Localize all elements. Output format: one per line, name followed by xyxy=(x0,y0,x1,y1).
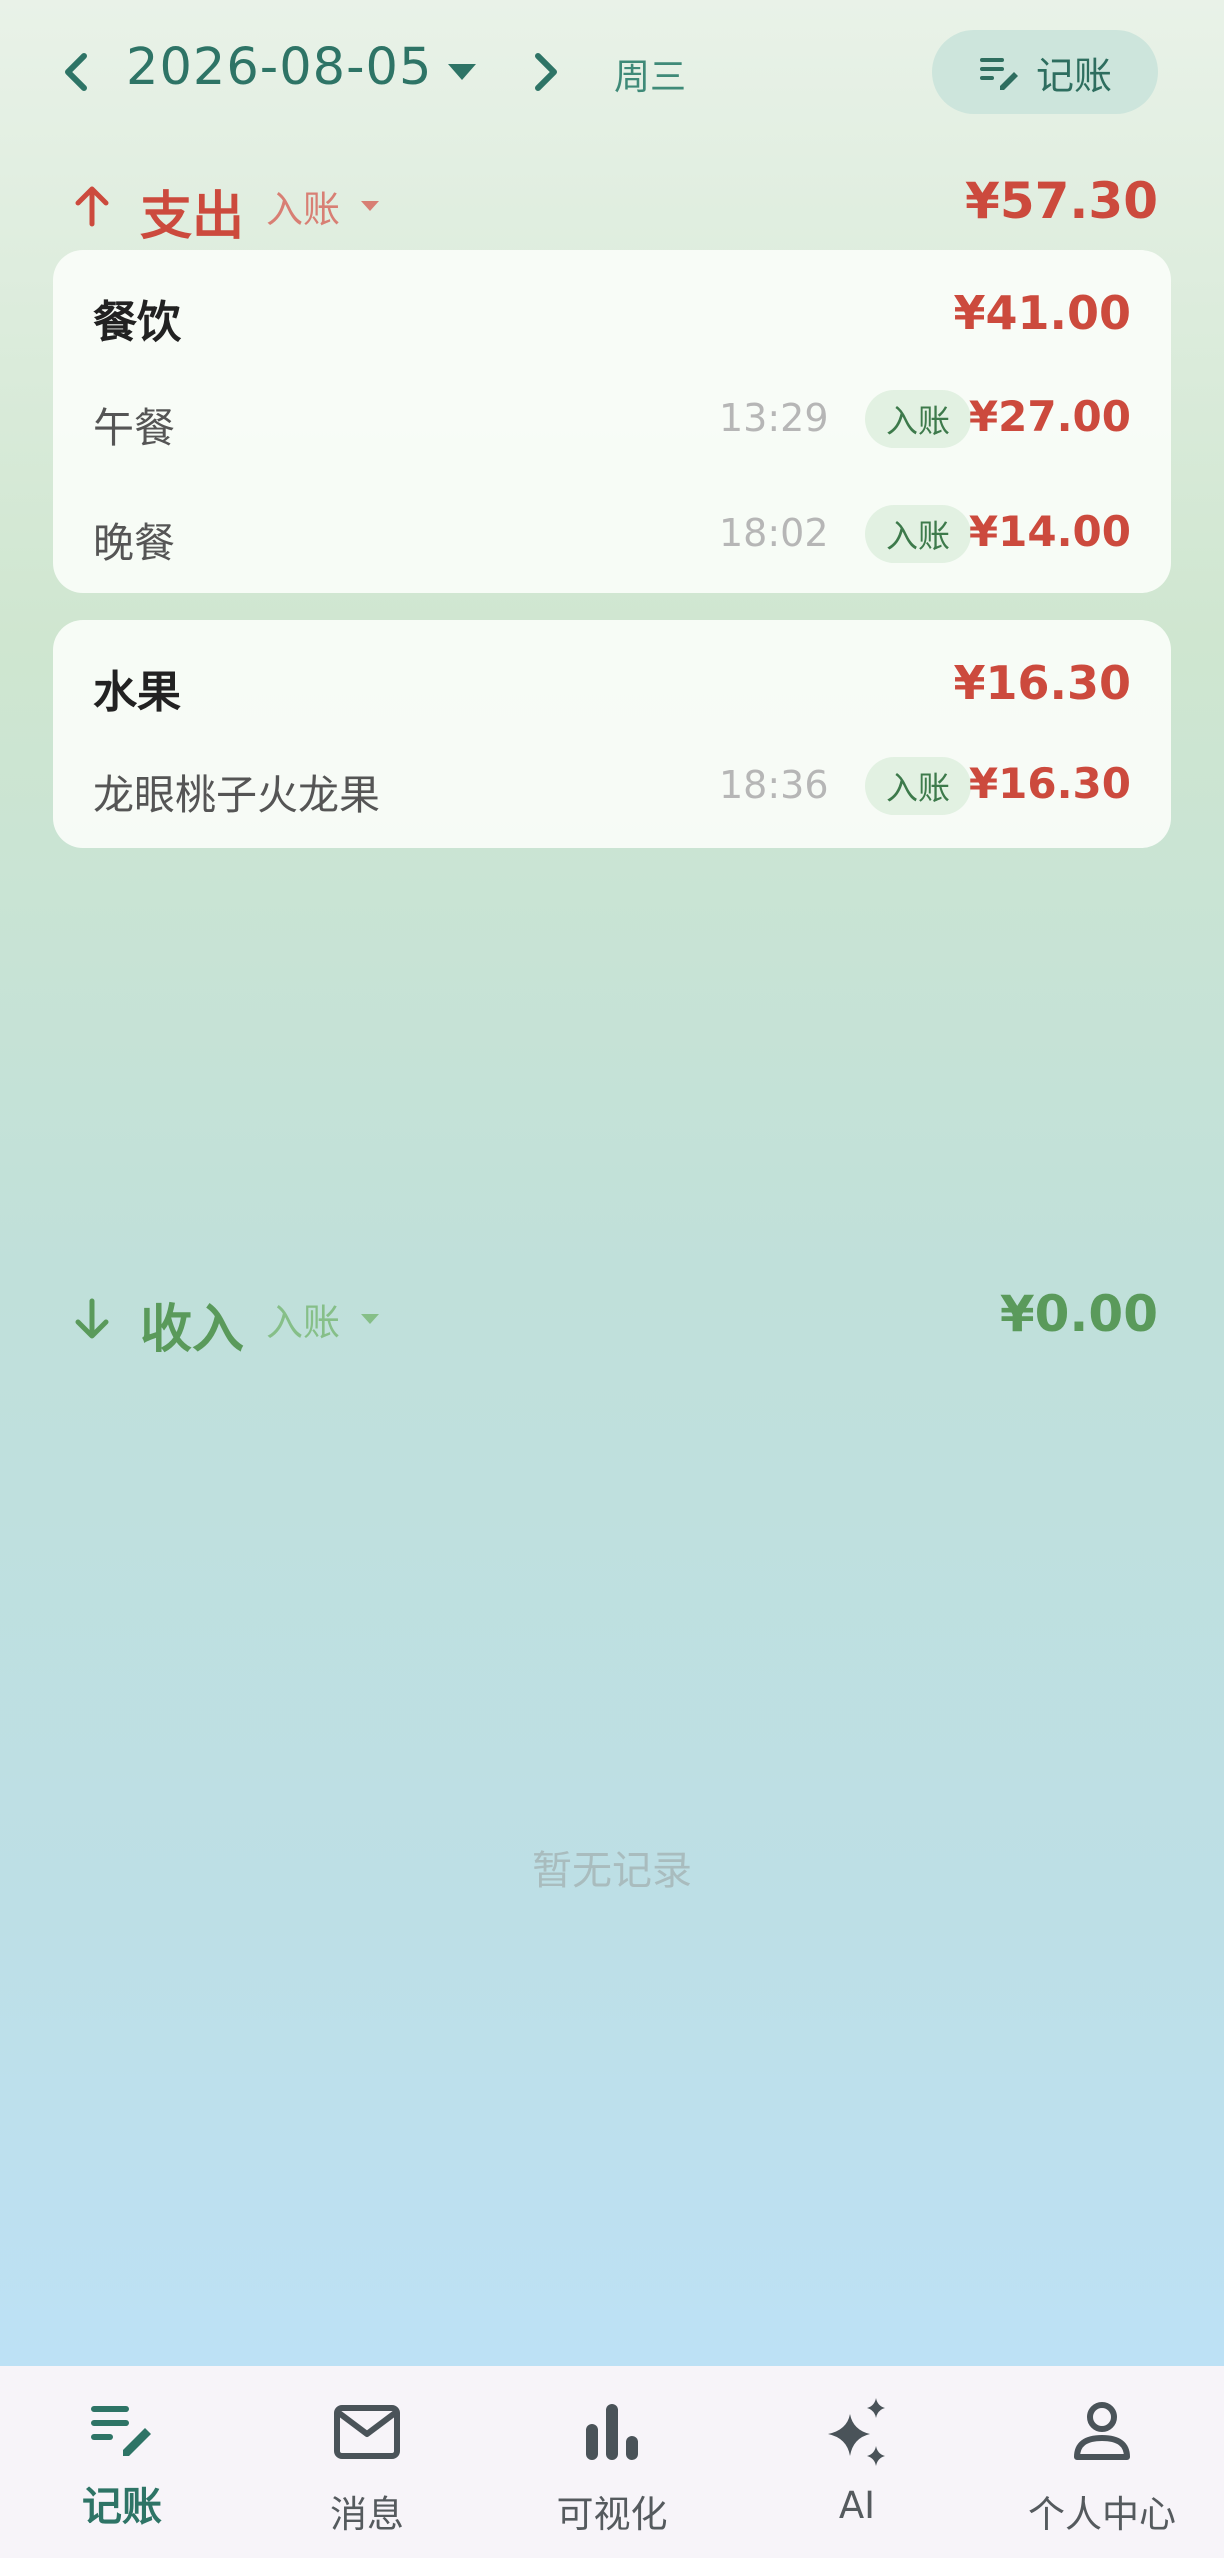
bottom-nav: 记账 消息 可视化 AI 个人中心 xyxy=(0,2366,1224,2558)
item-time: 18:36 xyxy=(719,763,829,807)
chevron-left-icon xyxy=(65,53,87,91)
chevron-right-icon xyxy=(535,53,557,91)
caret-down-icon xyxy=(361,201,379,211)
income-filter-dropdown[interactable]: 入账 xyxy=(266,1291,380,1347)
item-name: 晚餐 xyxy=(93,519,175,567)
nav-item-ai[interactable]: AI xyxy=(735,2366,979,2558)
nav-label: AI xyxy=(838,2484,876,2527)
edit-note-icon xyxy=(91,2406,151,2456)
date-selector[interactable]: 2026-08-05 xyxy=(126,38,432,97)
next-day-button[interactable] xyxy=(528,48,564,96)
mail-icon xyxy=(334,2405,400,2459)
sparkle-icon xyxy=(828,2398,885,2466)
expense-section-header: 支出 入账 ¥57.30 xyxy=(0,170,1224,247)
item-name: 龙眼桃子火龙果 xyxy=(93,771,380,819)
category-total: ¥41.00 xyxy=(953,286,1131,340)
expense-title: 支出 xyxy=(140,187,245,247)
status-badge: 入账 xyxy=(865,505,971,563)
nav-label: 消息 xyxy=(330,2493,404,2536)
category-name: 餐饮 xyxy=(93,297,181,348)
nav-item-messages[interactable]: 消息 xyxy=(245,2366,489,2558)
nav-item-profile[interactable]: 个人中心 xyxy=(980,2366,1224,2558)
item-name: 午餐 xyxy=(93,404,175,452)
category-card: 水果 ¥16.30 龙眼桃子火龙果 18:36 入账 ¥16.30 xyxy=(53,620,1171,848)
list-item[interactable]: 龙眼桃子火龙果 18:36 入账 ¥16.30 xyxy=(53,747,1171,827)
caret-down-icon xyxy=(361,1314,379,1324)
item-time: 18:02 xyxy=(719,511,829,555)
item-time: 13:29 xyxy=(719,396,829,440)
arrow-up-icon xyxy=(75,186,109,227)
income-total: ¥0.00 xyxy=(999,1285,1158,1343)
income-section-header: 收入 入账 ¥0.00 xyxy=(0,1283,1224,1360)
record-button[interactable]: 记账 xyxy=(932,30,1158,114)
edit-note-icon xyxy=(979,58,1018,90)
category-name: 水果 xyxy=(93,667,181,718)
income-title: 收入 xyxy=(140,1300,245,1360)
bar-chart-icon xyxy=(586,2404,638,2460)
category-total: ¥16.30 xyxy=(953,656,1131,710)
date-dropdown-button[interactable] xyxy=(446,60,478,84)
record-button-label: 记账 xyxy=(1035,53,1112,98)
nav-item-charts[interactable]: 可视化 xyxy=(490,2366,734,2558)
nav-label: 个人中心 xyxy=(1028,2493,1176,2536)
item-amount: ¥16.30 xyxy=(968,759,1131,808)
empty-state-text: 暂无记录 xyxy=(532,1848,692,1894)
expense-total: ¥57.30 xyxy=(965,172,1158,230)
list-item[interactable]: 午餐 13:29 入账 ¥27.00 xyxy=(53,380,1171,460)
nav-label: 可视化 xyxy=(556,2493,668,2536)
status-badge: 入账 xyxy=(865,757,971,815)
arrow-down-icon xyxy=(75,1298,109,1339)
prev-day-button[interactable] xyxy=(58,48,94,96)
nav-label: 记账 xyxy=(82,2484,162,2530)
list-item[interactable]: 晚餐 18:02 入账 ¥14.00 xyxy=(53,495,1171,575)
expense-filter-dropdown[interactable]: 入账 xyxy=(266,178,380,234)
caret-down-icon xyxy=(448,64,476,80)
item-amount: ¥27.00 xyxy=(968,392,1131,441)
status-badge: 入账 xyxy=(865,390,971,448)
item-amount: ¥14.00 xyxy=(968,507,1131,556)
income-filter-label: 入账 xyxy=(266,1301,340,1344)
person-icon xyxy=(1074,2402,1130,2460)
expense-filter-label: 入账 xyxy=(266,188,340,231)
category-card: 餐饮 ¥41.00 午餐 13:29 入账 ¥27.00 晚餐 18:02 入账… xyxy=(53,250,1171,593)
nav-item-record[interactable]: 记账 xyxy=(0,2366,244,2558)
weekday-label: 周三 xyxy=(614,57,687,98)
